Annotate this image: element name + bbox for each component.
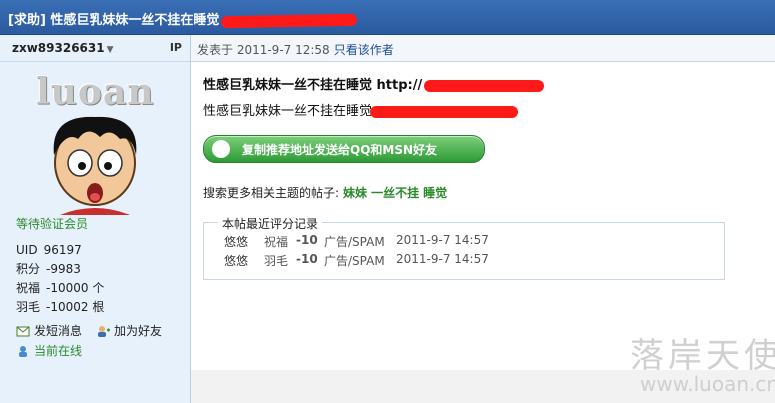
online-label: 当前在线 bbox=[34, 344, 83, 358]
stat-value: 96197 bbox=[43, 243, 82, 257]
copy-link-label: 复制推荐地址发送给QQ和MSN好友 bbox=[242, 143, 438, 157]
online-status: 当前在线 bbox=[16, 342, 82, 359]
rating-user[interactable]: 悠悠 bbox=[224, 233, 248, 250]
envelope-icon bbox=[16, 326, 30, 337]
related-label: 搜索更多相关主题的帖子: bbox=[203, 186, 340, 200]
rating-date: 2011-9-7 14:57 bbox=[396, 252, 489, 266]
send-message-label: 发短消息 bbox=[34, 324, 83, 338]
post-title: 性感巨乳妹妹一丝不挂在睡觉 http:// bbox=[203, 74, 545, 93]
add-friend-icon bbox=[98, 326, 110, 337]
redaction-mark bbox=[370, 105, 519, 118]
related-topics: 搜索更多相关主题的帖子: 妹妹 一丝不挂 睡觉 bbox=[203, 184, 447, 201]
stat-value: -9983 bbox=[46, 262, 81, 276]
stat-label: 积分 bbox=[16, 262, 41, 276]
rating-date: 2011-9-7 14:57 bbox=[396, 233, 489, 247]
send-message-link[interactable]: 发短消息 bbox=[16, 322, 82, 339]
post-meta-bar: 发表于 2011-9-7 12:58 只看该作者 bbox=[191, 35, 775, 62]
stat-value: -10000 个 bbox=[46, 281, 105, 295]
redaction-mark bbox=[424, 79, 545, 92]
stat-row: 祝福 -10000 个 bbox=[16, 279, 104, 298]
post-body-text: 性感巨乳妹妹一丝不挂在睡觉 bbox=[203, 104, 373, 119]
rating-legend: 本帖最近评分记录 bbox=[218, 215, 323, 232]
rating-user[interactable]: 悠悠 bbox=[224, 252, 248, 269]
thread-title: [求助] 性感巨乳妹妹一丝不挂在睡觉 bbox=[8, 9, 358, 28]
chevron-down-icon: ▼ bbox=[106, 45, 114, 55]
author-header: zxw89326631 ▼ IP bbox=[0, 35, 190, 62]
rating-reason: 广告/SPAM bbox=[324, 235, 385, 249]
tag-link[interactable]: 妹妹 bbox=[343, 186, 367, 200]
add-friend-label: 加为好友 bbox=[114, 324, 163, 338]
post-title-text: 性感巨乳妹妹一丝不挂在睡觉 http:// bbox=[203, 78, 423, 93]
post-body: 性感巨乳妹妹一丝不挂在睡觉 bbox=[203, 100, 519, 119]
username-menu[interactable]: zxw89326631 ▼ bbox=[12, 41, 114, 55]
redaction-mark bbox=[221, 13, 358, 28]
copy-link-button[interactable]: 复制推荐地址发送给QQ和MSN好友 bbox=[203, 135, 485, 163]
avatar bbox=[53, 116, 137, 215]
rating-type: 羽毛 bbox=[264, 254, 289, 268]
stat-row: 积分 -9983 bbox=[16, 260, 104, 279]
thread-title-bar: [求助] 性感巨乳妹妹一丝不挂在睡觉 bbox=[0, 0, 775, 35]
ip-link[interactable]: IP bbox=[170, 41, 182, 54]
author-sidebar: zxw89326631 ▼ IP luoan 等待验证会员 UID 96197 积分… bbox=[0, 35, 191, 403]
rating-value: -10 bbox=[296, 252, 318, 266]
rating-records: 本帖最近评分记录 悠悠 祝福 -10 广告/SPAM 2011-9-7 14:5… bbox=[203, 215, 725, 280]
stat-label: UID bbox=[16, 243, 38, 257]
rating-type: 祝福 bbox=[264, 235, 289, 249]
user-online-icon bbox=[19, 346, 27, 357]
watermark-url: www.luoan.cn bbox=[640, 372, 775, 396]
rating-reason: 广告/SPAM bbox=[324, 254, 385, 268]
share-icon bbox=[212, 140, 230, 158]
stat-row: 羽毛 -10002 根 bbox=[16, 298, 104, 317]
post-meta: 发表于 2011-9-7 12:58 只看该作者 bbox=[197, 41, 394, 58]
stat-row: UID 96197 bbox=[16, 241, 104, 260]
tag-link[interactable]: 睡觉 bbox=[423, 186, 447, 200]
tag-link[interactable]: 一丝不挂 bbox=[371, 186, 419, 200]
stat-label: 祝福 bbox=[16, 281, 41, 295]
thread-title-text: [求助] 性感巨乳妹妹一丝不挂在睡觉 bbox=[8, 13, 220, 28]
stat-label: 羽毛 bbox=[16, 300, 41, 314]
stat-value: -10002 根 bbox=[46, 300, 105, 314]
rating-value: -10 bbox=[296, 233, 318, 247]
member-stats: UID 96197 积分 -9983 祝福 -10000 个 羽毛 -10002 根 bbox=[16, 241, 104, 317]
watermark-logo: 落岸天使 bbox=[630, 336, 775, 376]
username: zxw89326631 bbox=[12, 41, 105, 55]
posted-at: 发表于 2011-9-7 12:58 bbox=[197, 43, 330, 57]
member-rank: 等待验证会员 bbox=[16, 217, 89, 231]
author-only-link[interactable]: 只看该作者 bbox=[334, 43, 394, 57]
add-friend-link[interactable]: 加为好友 bbox=[96, 322, 162, 339]
